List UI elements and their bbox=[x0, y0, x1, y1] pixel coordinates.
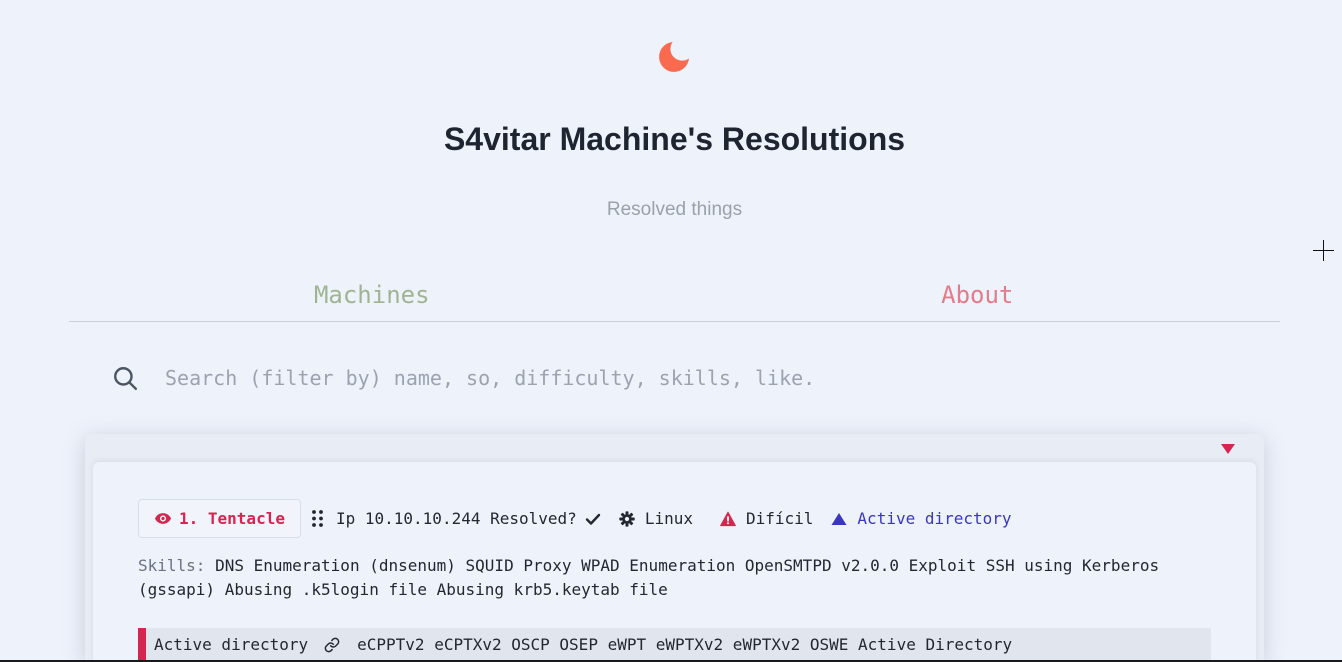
page: S4vitar Machine's Resolutions Resolved t… bbox=[0, 0, 1342, 662]
resolved-label: Resolved? bbox=[490, 508, 577, 528]
ip-label: Ip bbox=[335, 508, 356, 528]
difficulty-label: Difícil bbox=[745, 508, 814, 528]
machines-panel: 1. Tentacle Ip 10.10.10.244 Resolved? Li… bbox=[85, 434, 1264, 662]
footer-category: Active directory bbox=[154, 635, 309, 654]
cursor-crosshair bbox=[1313, 240, 1334, 261]
search-icon[interactable] bbox=[112, 365, 138, 391]
ip-address: 10.10.10.244 bbox=[364, 508, 481, 528]
machine-name: 1. Tentacle bbox=[179, 508, 285, 528]
check-icon bbox=[585, 513, 601, 525]
search-input[interactable] bbox=[165, 362, 1205, 394]
os-label: Linux bbox=[644, 508, 693, 528]
tab-machines[interactable]: Machines bbox=[69, 270, 675, 321]
link-icon[interactable] bbox=[324, 637, 340, 653]
certifications-strip: Active directory eCPPTv2 eCPTXv2 OSCP OS… bbox=[138, 628, 1211, 662]
warning-icon bbox=[720, 511, 736, 526]
category-label: Active directory bbox=[857, 508, 1012, 528]
triangle-up-icon bbox=[831, 512, 847, 525]
tab-about[interactable]: About bbox=[675, 270, 1281, 321]
machine-name-badge[interactable]: 1. Tentacle bbox=[138, 499, 301, 538]
moon-icon bbox=[659, 42, 689, 72]
eye-icon bbox=[155, 513, 171, 524]
tab-machines-label: Machines bbox=[313, 281, 430, 309]
certifications-list: eCPPTv2 eCPTXv2 OSCP OSEP eWPT eWPTXv2 e… bbox=[357, 635, 1013, 654]
machine-card: 1. Tentacle Ip 10.10.10.244 Resolved? Li… bbox=[93, 462, 1256, 662]
page-title: S4vitar Machine's Resolutions bbox=[443, 121, 906, 157]
gear-icon bbox=[619, 510, 635, 527]
caret-down-icon[interactable] bbox=[1221, 444, 1235, 454]
ip-info: Ip 10.10.10.244 Resolved? bbox=[336, 507, 577, 531]
machine-meta-row: 1. Tentacle Ip 10.10.10.244 Resolved? Li… bbox=[138, 499, 1211, 538]
skills-label: Skills: bbox=[138, 556, 206, 575]
drag-handle-icon[interactable] bbox=[312, 510, 323, 527]
skills-text: Skills: DNS Enumeration (dnsenum) SQUID … bbox=[138, 554, 1211, 602]
skills-list: DNS Enumeration (dnsenum) SQUID Proxy WP… bbox=[138, 556, 1160, 599]
tab-bar: Machines About bbox=[69, 270, 1280, 322]
page-subtitle: Resolved things bbox=[606, 199, 743, 220]
tab-about-label: About bbox=[941, 281, 1014, 309]
